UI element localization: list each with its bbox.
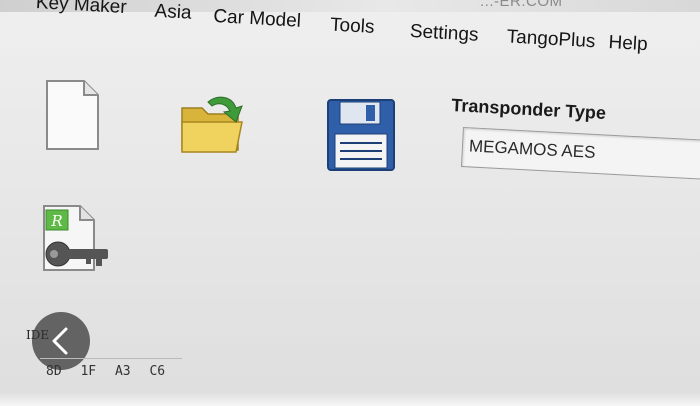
bottom-edge — [0, 392, 700, 406]
transponder-type-select[interactable]: MEGAMOS AES — [460, 127, 700, 181]
menu-tangoplus[interactable]: TangoPlus — [506, 26, 596, 53]
app-window: ...-ER.COM Key Maker Asia Car Model Tool… — [0, 0, 700, 406]
transponder-selected-value: MEGAMOS AES — [468, 136, 596, 162]
ide-byte-row: 8D 1F A3 C6 — [46, 364, 176, 379]
ide-byte: 8D — [46, 364, 62, 379]
new-file-button[interactable] — [44, 78, 102, 156]
menu-asia[interactable]: Asia — [154, 1, 192, 25]
ide-byte: C6 — [149, 364, 166, 379]
new-file-icon — [46, 80, 99, 150]
menu-help[interactable]: Help — [608, 32, 648, 56]
open-folder-icon — [181, 96, 243, 153]
divider — [40, 358, 182, 359]
key-file-icon: R — [43, 205, 108, 271]
back-button[interactable] — [32, 312, 90, 370]
save-button[interactable] — [326, 98, 396, 176]
transponder-type-label: Transponder Type — [450, 95, 607, 124]
open-folder-button[interactable] — [178, 92, 248, 160]
menu-tools[interactable]: Tools — [329, 14, 375, 38]
menu-car-model[interactable]: Car Model — [213, 6, 302, 33]
menu-bar: Key Maker Asia Car Model Tools Settings … — [0, 0, 699, 103]
key-file-button[interactable]: R — [40, 204, 112, 280]
save-disk-icon — [327, 99, 395, 171]
ide-byte: A3 — [114, 364, 131, 379]
window-title: ...-ER.COM — [480, 0, 563, 10]
key-file-badge: R — [50, 212, 62, 230]
menu-settings[interactable]: Settings — [409, 21, 479, 47]
menu-key-maker[interactable]: Key Maker — [35, 0, 127, 19]
ide-byte: 1F — [80, 364, 97, 379]
chevron-left-icon — [52, 327, 68, 355]
